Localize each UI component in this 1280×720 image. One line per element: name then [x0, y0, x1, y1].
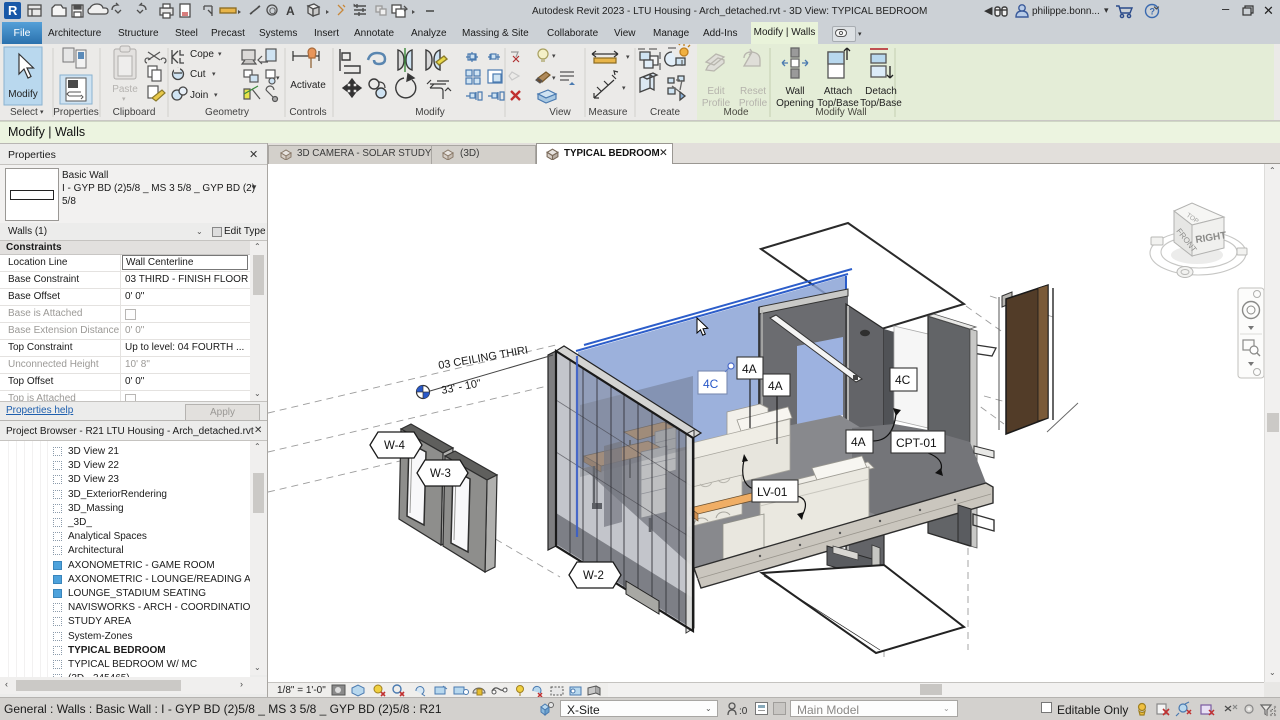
svg-text:33' - 10": 33' - 10" [440, 377, 482, 396]
svg-text:Activate: Activate [290, 80, 326, 91]
svg-text:Join: Join [190, 90, 208, 101]
svg-text:Opening: Opening [776, 98, 814, 109]
svg-text:W-4: W-4 [384, 440, 405, 452]
svg-text:▾: ▾ [122, 96, 126, 103]
svg-text:4A: 4A [851, 435, 866, 449]
svg-text:Mode: Mode [723, 107, 748, 118]
svg-text:Properties: Properties [53, 107, 99, 118]
svg-text:▾: ▾ [626, 54, 630, 61]
svg-text:Wall: Wall [785, 86, 804, 97]
svg-text:▾: ▾ [276, 75, 280, 82]
svg-text:A: A [286, 4, 295, 18]
svg-text:4A: 4A [768, 379, 783, 393]
svg-text:Detach: Detach [865, 86, 897, 97]
svg-text:4C: 4C [895, 373, 911, 387]
svg-text:O: O [269, 6, 276, 16]
svg-text:Select: Select [10, 107, 38, 118]
svg-text:Controls: Controls [289, 107, 326, 118]
svg-text:Attach: Attach [824, 86, 852, 97]
svg-text:Measure: Measure [589, 107, 628, 118]
svg-text:Modify Wall: Modify Wall [815, 107, 866, 118]
svg-text::0: :0 [739, 706, 748, 717]
svg-text:▾: ▾ [218, 51, 222, 58]
svg-text:LV-01: LV-01 [757, 485, 788, 499]
svg-text:?: ? [1150, 7, 1156, 17]
svg-text:4C: 4C [703, 377, 719, 391]
svg-text:Modify: Modify [8, 89, 37, 100]
svg-text:▾: ▾ [622, 85, 626, 92]
svg-text:▾: ▾ [40, 109, 44, 116]
svg-text:Edit: Edit [707, 86, 724, 97]
svg-text:Clipboard: Clipboard [113, 107, 156, 118]
svg-text:Geometry: Geometry [205, 107, 249, 118]
svg-text:Reset: Reset [740, 86, 766, 97]
svg-text:Modify: Modify [415, 107, 444, 118]
svg-text:4A: 4A [742, 362, 757, 376]
svg-text:View: View [549, 107, 571, 118]
svg-text:CPT-01: CPT-01 [896, 436, 937, 450]
svg-text:▾: ▾ [214, 92, 218, 99]
svg-text:Create: Create [650, 107, 680, 118]
svg-text:▾: ▾ [212, 71, 216, 78]
svg-text:▾: ▾ [552, 53, 556, 60]
svg-text:Paste: Paste [112, 84, 138, 95]
svg-text:W-2: W-2 [583, 570, 604, 582]
svg-text:▾: ▾ [552, 75, 556, 82]
svg-text:Cope: Cope [190, 49, 214, 60]
svg-text:W-3: W-3 [430, 468, 451, 480]
svg-text:Cut: Cut [190, 69, 206, 80]
svg-text:03 CEILING THIRI: 03 CEILING THIRI [437, 344, 529, 372]
